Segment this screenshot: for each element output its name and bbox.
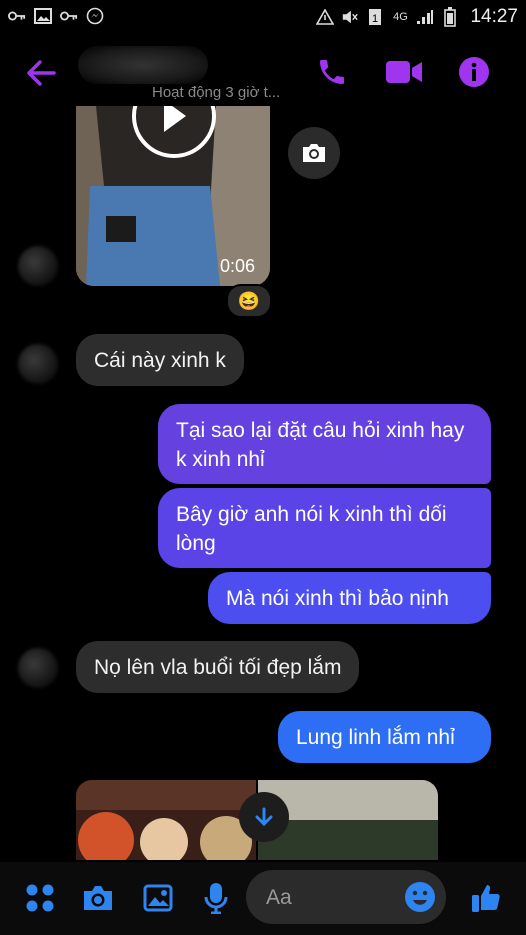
video-icon [386,61,422,83]
status-bar: 1 4G 14:27 [0,0,526,36]
emoji-button[interactable] [404,881,436,913]
info-icon [459,57,489,87]
video-duration: 0:06 [220,256,256,276]
info-button[interactable] [456,54,492,90]
video-message[interactable]: 0:06 [76,106,270,286]
message-sent[interactable]: Mà nói xinh thì bảo nịnh [208,572,491,624]
image-icon [34,8,52,24]
reaction-badge[interactable]: 😆 [226,284,272,318]
active-status: Hoạt động 3 giờ t... [152,84,281,101]
smiley-icon [405,882,435,912]
gallery-button[interactable] [140,880,176,916]
contact-avatar-small [18,344,58,384]
contact-avatar[interactable] [78,46,208,84]
signal-icon [416,9,434,25]
mute-icon [341,9,359,25]
more-button[interactable] [22,880,58,916]
video-call-button[interactable] [384,54,424,90]
like-button[interactable] [468,880,504,916]
messenger-icon [86,7,104,25]
warning-icon [316,9,335,25]
microphone-icon [204,883,228,914]
phone-icon [320,60,344,84]
scroll-to-bottom-button[interactable] [239,792,289,842]
camera-share-button[interactable] [288,127,340,179]
key-icon [8,8,26,24]
sim-icon: 1 [366,9,384,25]
contact-avatar-small [18,648,58,688]
voice-button[interactable] [198,880,234,916]
key-icon [60,8,78,24]
network-type: 4G [393,11,408,23]
message-sent[interactable]: Tại sao lại đặt câu hỏi xinh hay k xinh … [158,404,491,484]
image-icon [143,884,173,912]
message-input[interactable] [264,870,398,926]
back-arrow-icon [27,60,56,86]
chat-header: Hoạt động 3 giờ t... [0,36,526,116]
camera-button[interactable] [80,880,116,916]
camera-icon [84,886,112,910]
arrow-down-icon [255,807,273,827]
message-input-box[interactable] [246,870,446,926]
composer-bar [0,862,526,935]
svg-text:1: 1 [372,13,378,25]
battery-icon [441,7,459,27]
camera-icon [303,144,325,162]
contact-avatar-small [18,246,58,286]
message-received[interactable]: Cái này xinh k [76,334,244,386]
clock: 14:27 [470,6,518,27]
back-button[interactable] [24,56,58,90]
message-sent[interactable]: Lung linh lắm nhỉ [278,711,491,763]
message-sent[interactable]: Bây giờ anh nói k xinh thì dối lòng [158,488,491,568]
grid-dots-icon [26,884,54,912]
message-received[interactable]: Nọ lên vla buổi tối đẹp lắm [76,641,360,693]
voice-call-button[interactable] [314,54,350,90]
thumbs-up-icon [472,885,500,912]
